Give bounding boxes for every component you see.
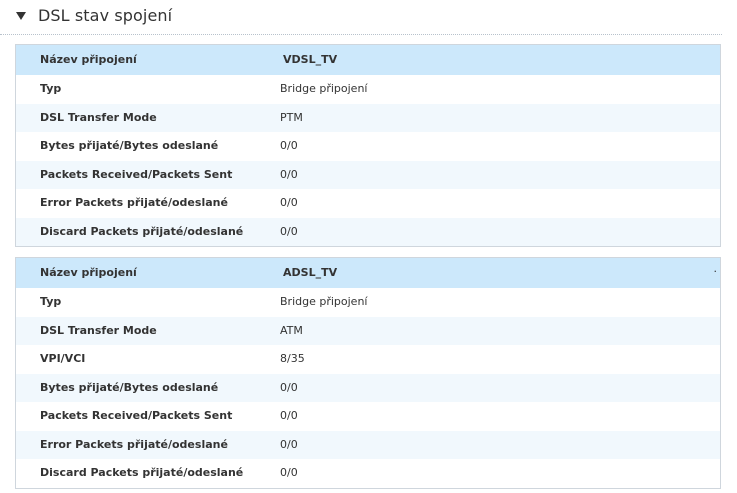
connection-name-label: Název připojení bbox=[40, 266, 137, 279]
row-value: Bridge připojení bbox=[280, 295, 368, 308]
row-label: DSL Transfer Mode bbox=[40, 110, 157, 124]
row-value: 0/0 bbox=[280, 224, 298, 238]
table-row: VPI/VCI 8/35 bbox=[16, 345, 720, 374]
caret-down-icon[interactable] bbox=[16, 12, 26, 20]
row-label: Discard Packets přijaté/odeslané bbox=[40, 466, 244, 479]
table-header-row: Název připojení ADSL_TV · bbox=[16, 258, 720, 288]
section-header-dsl-status[interactable]: DSL stav spojení bbox=[0, 0, 722, 35]
row-value: ATM bbox=[280, 323, 303, 337]
row-value: 0/0 bbox=[280, 466, 298, 479]
table-row: DSL Transfer Mode PTM bbox=[16, 103, 720, 132]
row-value: 0/0 bbox=[280, 167, 298, 181]
row-value: 0/0 bbox=[280, 196, 298, 209]
row-value: Bridge připojení bbox=[280, 82, 368, 95]
table-row: Typ Bridge připojení bbox=[16, 75, 720, 104]
row-label: Packets Received/Packets Sent bbox=[40, 167, 233, 181]
header-mark: · bbox=[713, 265, 718, 278]
row-label: Error Packets přijaté/odeslané bbox=[40, 437, 228, 451]
table-row: Error Packets přijaté/odeslané 0/0 bbox=[16, 430, 720, 459]
table-header-row: Název připojení VDSL_TV bbox=[16, 45, 720, 75]
row-value: 8/35 bbox=[280, 352, 305, 365]
table-row: Bytes přijaté/Bytes odeslané 0/0 bbox=[16, 132, 720, 161]
connection-name-value: ADSL_TV bbox=[283, 266, 338, 279]
row-label: Packets Received/Packets Sent bbox=[40, 409, 233, 422]
row-value: 0/0 bbox=[280, 409, 298, 422]
table-row: Bytes přijaté/Bytes odeslané 0/0 bbox=[16, 373, 720, 402]
row-value: 0/0 bbox=[280, 380, 298, 394]
row-label: Typ bbox=[40, 82, 62, 95]
connection-table-vdsl: Název připojení VDSL_TV Typ Bridge připo… bbox=[15, 44, 721, 247]
table-row: Packets Received/Packets Sent 0/0 bbox=[16, 402, 720, 431]
row-value: 0/0 bbox=[280, 437, 298, 451]
connection-name-value: VDSL_TV bbox=[283, 53, 338, 66]
row-label: DSL Transfer Mode bbox=[40, 323, 157, 337]
row-label: Bytes přijaté/Bytes odeslané bbox=[40, 380, 219, 394]
row-label: Typ bbox=[40, 295, 62, 308]
row-value: PTM bbox=[280, 110, 303, 124]
table-row: Error Packets přijaté/odeslané 0/0 bbox=[16, 189, 720, 218]
row-label: VPI/VCI bbox=[40, 352, 86, 365]
row-value: 0/0 bbox=[280, 139, 298, 152]
table-row: Typ Bridge připojení bbox=[16, 288, 720, 317]
connection-name-label: Název připojení bbox=[40, 53, 137, 66]
row-label: Discard Packets přijaté/odeslané bbox=[40, 224, 244, 238]
table-row: Packets Received/Packets Sent 0/0 bbox=[16, 160, 720, 189]
table-row: Discard Packets přijaté/odeslané 0/0 bbox=[16, 459, 720, 488]
row-label: Bytes přijaté/Bytes odeslané bbox=[40, 139, 219, 152]
row-label: Error Packets přijaté/odeslané bbox=[40, 196, 228, 209]
connection-table-adsl: Název připojení ADSL_TV · Typ Bridge při… bbox=[15, 257, 721, 489]
table-row: DSL Transfer Mode ATM bbox=[16, 316, 720, 345]
section-title: DSL stav spojení bbox=[38, 6, 173, 25]
table-row: Discard Packets přijaté/odeslané 0/0 bbox=[16, 217, 720, 246]
